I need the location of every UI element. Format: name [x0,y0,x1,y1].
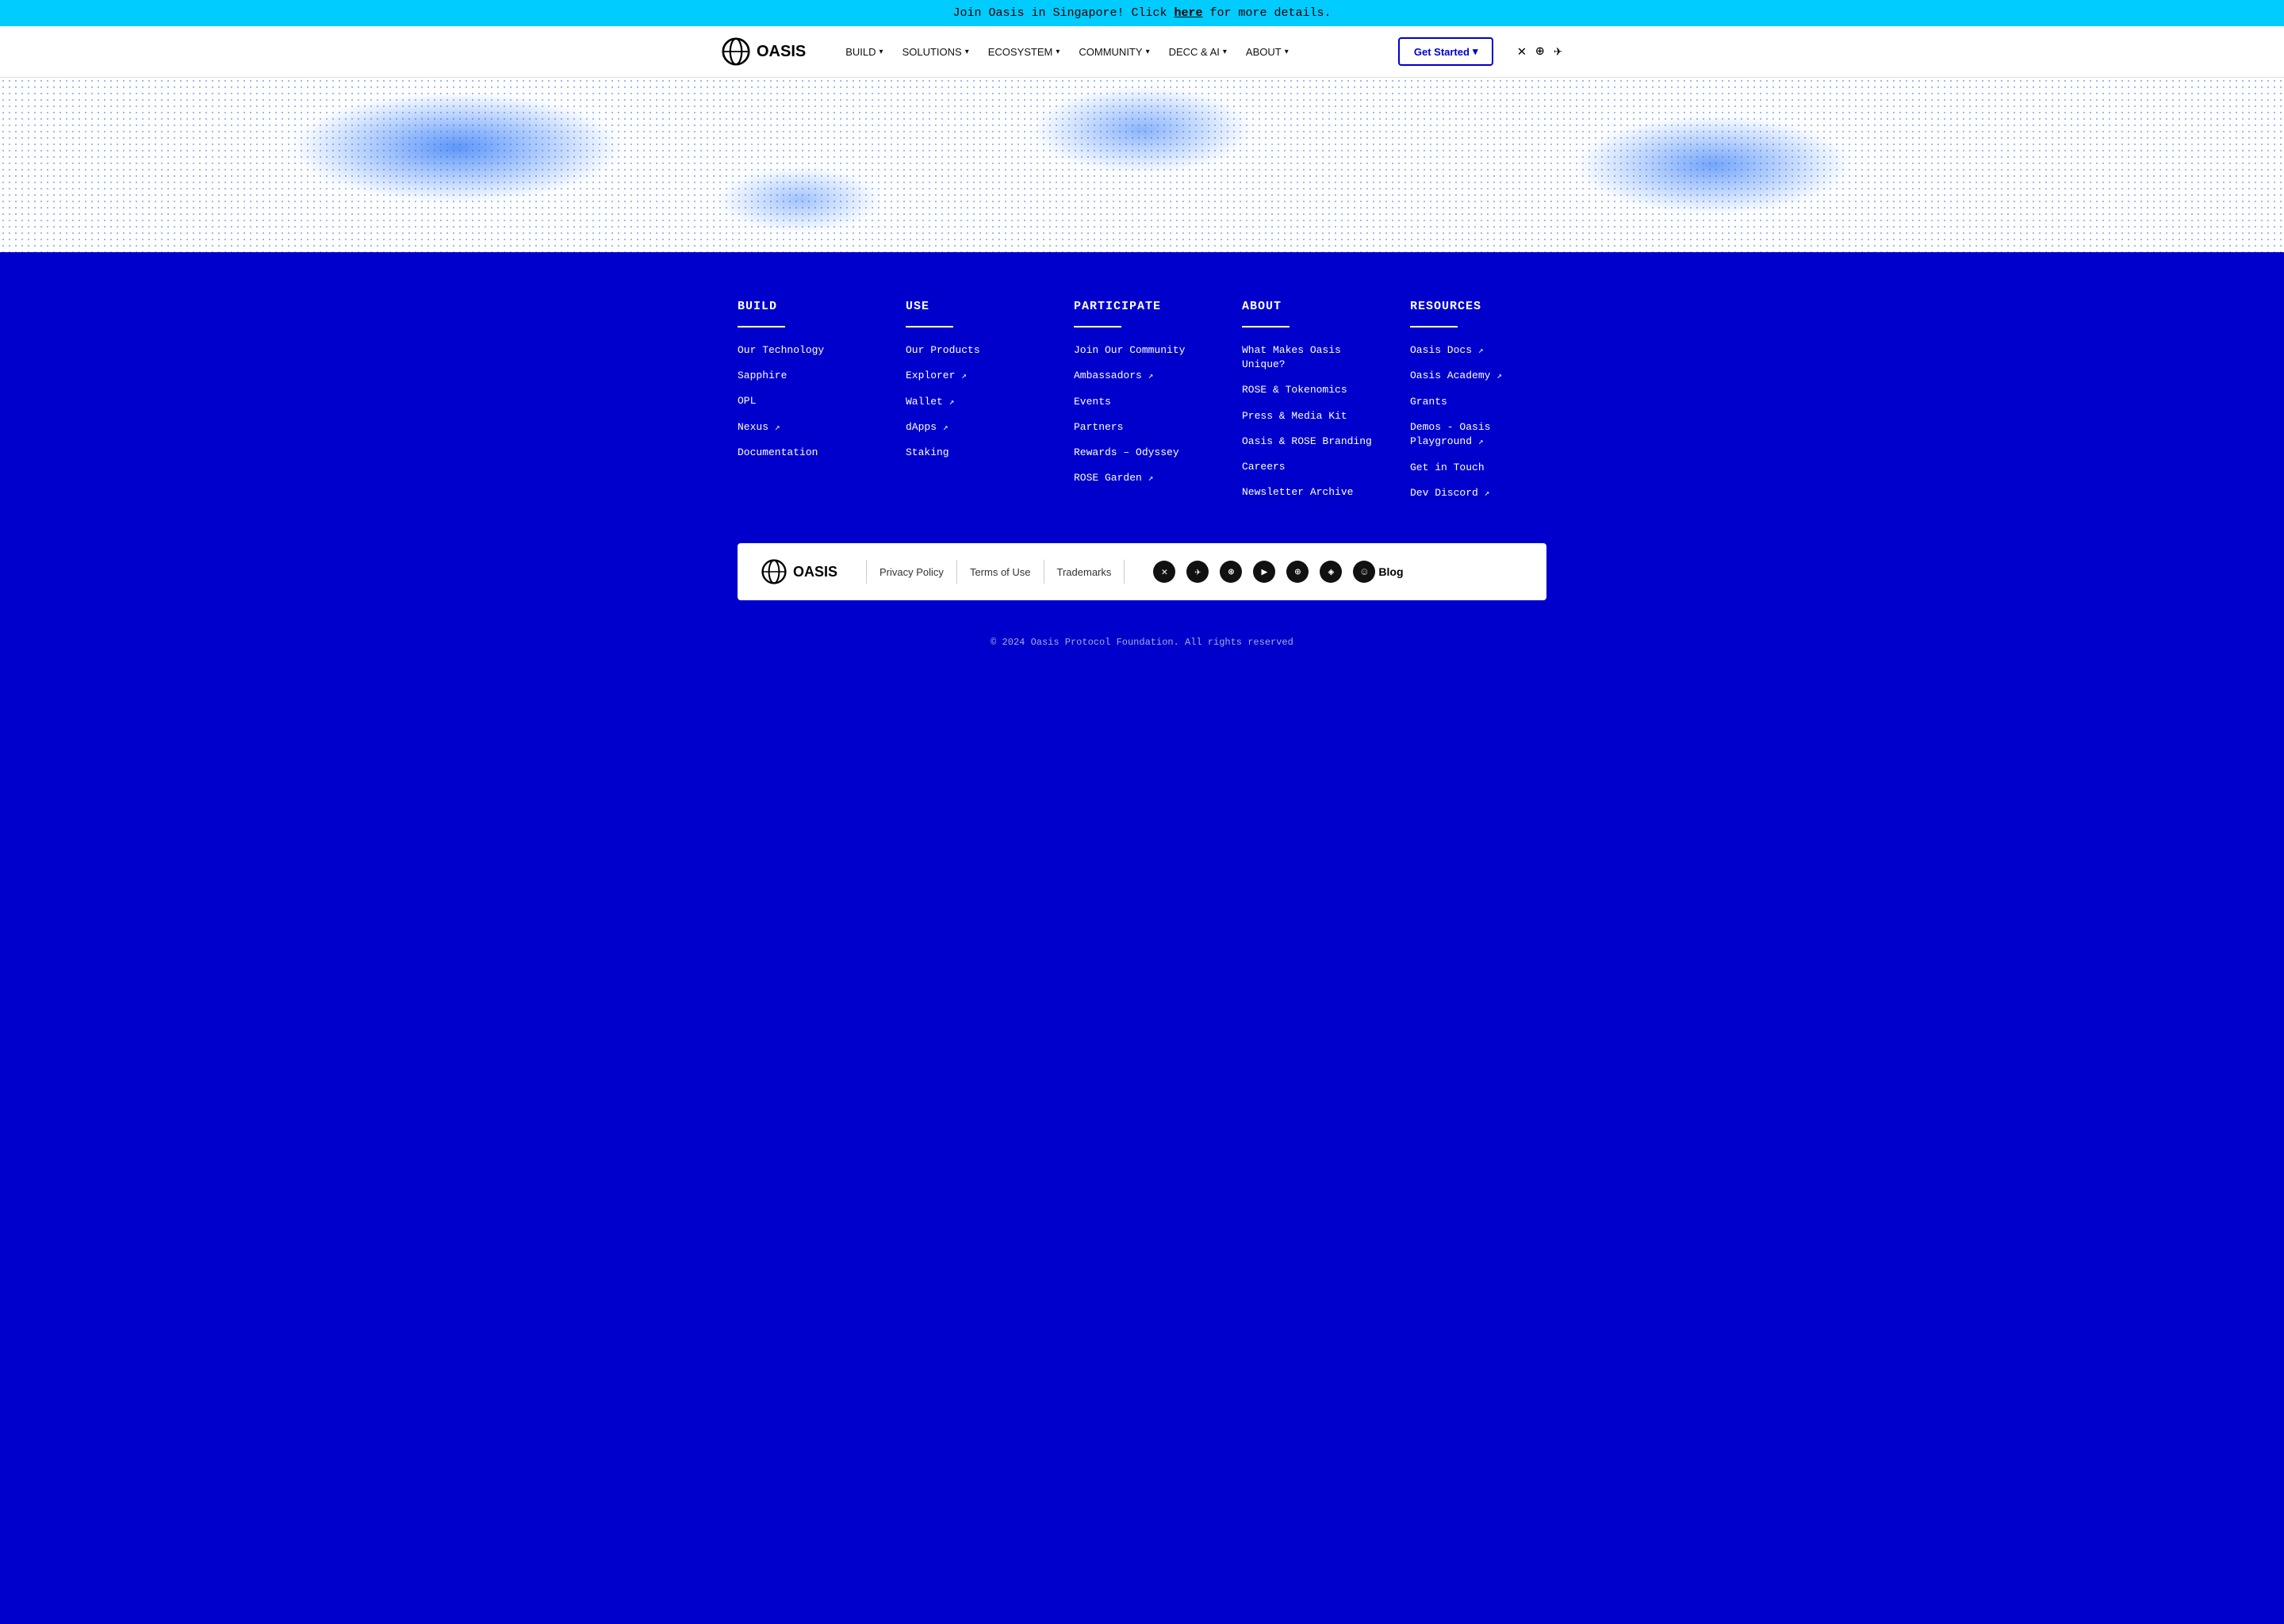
footer-sapphire[interactable]: Sapphire [738,369,874,383]
footer-columns: BUILD Our Technology Sapphire OPL Nexus … [706,300,1578,511]
terms-of-use-link[interactable]: Terms of Use [970,566,1031,578]
footer-col-participate: PARTICIPATE Join Our Community Ambassado… [1074,300,1210,511]
footer-events[interactable]: Events [1074,395,1210,409]
nav-links: BUILD ▾ SOLUTIONS ▾ ECOSYSTEM ▾ COMMUNIT… [837,41,1382,63]
footer-nexus[interactable]: Nexus ↗ [738,420,874,435]
footer-build-title: BUILD [738,300,874,313]
announcement-text-after: for more details. [1203,6,1332,20]
footer-join-community[interactable]: Join Our Community [1074,343,1210,358]
logo[interactable]: OASIS [722,37,806,66]
twitter-icon[interactable]: ✕ [1517,43,1526,60]
footer-press-media[interactable]: Press & Media Kit [1242,409,1378,423]
get-started-button[interactable]: Get Started ▾ [1398,37,1494,66]
telegram-icon-bottom[interactable]: ✈ [1186,561,1209,583]
footer-resources-title: RESOURCES [1410,300,1546,313]
footer-dapps[interactable]: dApps ↗ [906,420,1042,435]
bottom-social-icons: ✕ ✈ ⊛ ▶ ⊕ ◈ ☺ [1153,561,1375,583]
footer-col-use: USE Our Products Explorer ↗ Wallet ↗ dAp… [906,300,1042,511]
footer-documentation[interactable]: Documentation [738,446,874,460]
footer-about-title: ABOUT [1242,300,1378,313]
twitter-icon-bottom[interactable]: ✕ [1153,561,1175,583]
nav-community[interactable]: COMMUNITY ▾ [1071,41,1157,63]
main-nav: OASIS BUILD ▾ SOLUTIONS ▾ ECOSYSTEM ▾ CO… [706,26,1578,77]
footer-participate-divider [1074,326,1121,327]
footer-resources-divider [1410,326,1458,327]
nav-about[interactable]: ABOUT ▾ [1238,41,1297,63]
footer-about-divider [1242,326,1290,327]
footer-explorer[interactable]: Explorer ↗ [906,369,1042,383]
hero-map-overlay [0,78,2284,252]
footer-ambassadors[interactable]: Ambassadors ↗ [1074,369,1210,383]
github-icon-bottom[interactable]: ⊛ [1220,561,1242,583]
footer-col-about: ABOUT What Makes Oasis Unique? ROSE & To… [1242,300,1378,511]
footer-rose-garden[interactable]: ROSE Garden ↗ [1074,471,1210,485]
footer-staking[interactable]: Staking [906,446,1042,460]
forum-icon-bottom[interactable]: ☺ [1353,561,1375,583]
discord-icon[interactable]: ⊕ [1535,43,1544,60]
divider-4 [1124,560,1125,584]
footer-opl[interactable]: OPL [738,394,874,408]
logo-text: OASIS [757,43,806,61]
footer-partners[interactable]: Partners [1074,420,1210,435]
discord-icon-bottom[interactable]: ◈ [1320,561,1342,583]
footer-wallet[interactable]: Wallet ↗ [906,395,1042,409]
announcement-bar: Join Oasis in Singapore! Click here for … [0,0,2284,26]
footer-main: BUILD Our Technology Sapphire OPL Nexus … [0,252,2284,699]
footer-rewards-odyssey[interactable]: Rewards – Odyssey [1074,446,1210,460]
blog-link[interactable]: Blog [1378,565,1403,578]
footer-grants[interactable]: Grants [1410,395,1546,409]
nav-ecosystem[interactable]: ECOSYSTEM ▾ [980,41,1068,63]
copyright: © 2024 Oasis Protocol Foundation. All ri… [0,624,2284,667]
bottom-bar: OASIS Privacy Policy Terms of Use Tradem… [738,543,1546,600]
logo-icon [722,37,750,66]
footer-col-resources: RESOURCES Oasis Docs ↗ Oasis Academy ↗ G… [1410,300,1546,511]
footer-build-divider [738,326,785,327]
footer-col-build: BUILD Our Technology Sapphire OPL Nexus … [738,300,874,511]
footer-our-technology[interactable]: Our Technology [738,343,874,358]
reddit-icon-bottom[interactable]: ⊕ [1286,561,1309,583]
bottom-logo-text: OASIS [793,564,837,580]
nav-social-icons: ✕ ⊕ ✈ [1517,43,1562,60]
bottom-logo[interactable]: OASIS [761,559,837,584]
telegram-icon[interactable]: ✈ [1554,43,1562,60]
trademarks-link[interactable]: Trademarks [1057,566,1112,578]
bottom-logo-icon [761,559,787,584]
footer-oasis-docs[interactable]: Oasis Docs ↗ [1410,343,1546,358]
announcement-text: Join Oasis in Singapore! Click [952,6,1174,20]
footer-get-in-touch[interactable]: Get in Touch [1410,461,1546,475]
footer-our-products[interactable]: Our Products [906,343,1042,358]
footer-careers[interactable]: Careers [1242,460,1378,474]
nav-wrapper: OASIS BUILD ▾ SOLUTIONS ▾ ECOSYSTEM ▾ CO… [0,26,2284,78]
footer-oasis-academy[interactable]: Oasis Academy ↗ [1410,369,1546,383]
announcement-link[interactable]: here [1175,6,1203,20]
youtube-icon-bottom[interactable]: ▶ [1253,561,1275,583]
nav-solutions[interactable]: SOLUTIONS ▾ [895,41,977,63]
privacy-policy-link[interactable]: Privacy Policy [879,566,944,578]
divider-1 [866,560,867,584]
nav-build[interactable]: BUILD ▾ [837,41,891,63]
footer-newsletter[interactable]: Newsletter Archive [1242,485,1378,500]
footer-rose-tokenomics[interactable]: ROSE & Tokenomics [1242,383,1378,397]
footer-what-makes-oasis[interactable]: What Makes Oasis Unique? [1242,343,1378,372]
footer-dev-discord[interactable]: Dev Discord ↗ [1410,486,1546,500]
footer-participate-title: PARTICIPATE [1074,300,1210,313]
footer-branding[interactable]: Oasis & ROSE Branding [1242,435,1378,449]
divider-2 [956,560,957,584]
nav-decc-ai[interactable]: DECC & AI ▾ [1161,41,1235,63]
hero-area [0,78,2284,252]
footer-demos-playground[interactable]: Demos - Oasis Playground ↗ [1410,420,1546,450]
footer-use-divider [906,326,953,327]
footer-use-title: USE [906,300,1042,313]
